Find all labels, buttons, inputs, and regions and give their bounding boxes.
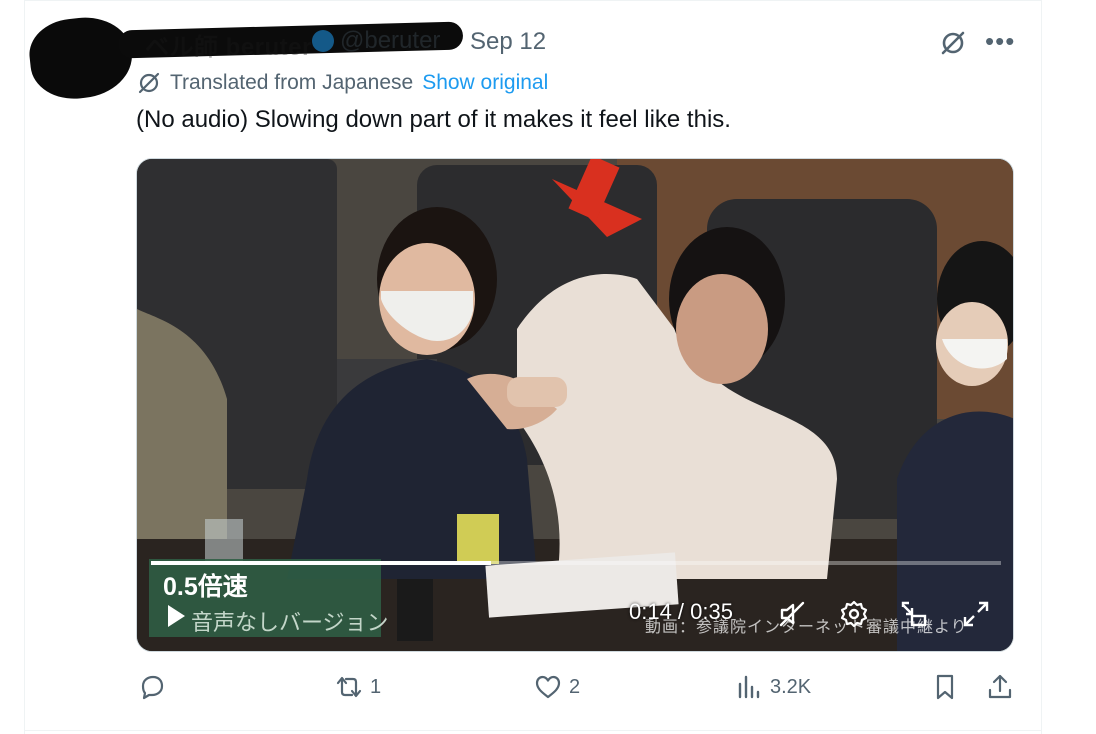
share-button[interactable]	[985, 672, 1015, 702]
video-progress-fill	[151, 561, 491, 565]
grok-icon[interactable]	[938, 28, 968, 58]
video-progress-bar[interactable]	[151, 561, 1001, 565]
bookmark-button[interactable]	[930, 672, 960, 702]
reply-button[interactable]	[137, 672, 173, 702]
retweet-button[interactable]: 1	[334, 672, 381, 702]
more-icon[interactable]: •••	[985, 26, 1015, 56]
share-icon	[988, 674, 1012, 699]
author-handle[interactable]: @beruter	[340, 27, 440, 55]
retweet-icon	[336, 676, 362, 698]
mute-icon[interactable]	[777, 599, 807, 629]
video-time: 0:14 / 0:35	[629, 599, 733, 624]
author-name[interactable]: ベル師 beruter	[145, 27, 312, 62]
views-count: 3.2K	[770, 675, 812, 698]
tweet-date[interactable]: Sep 12	[470, 28, 546, 56]
views-button[interactable]: 3.2K	[734, 672, 811, 702]
like-icon	[535, 675, 561, 699]
translated-label: Translated from Japanese	[170, 71, 414, 94]
speed-overlay-subtitle: 音声なしバージョン	[191, 610, 389, 635]
like-count: 2	[569, 675, 581, 698]
video-player[interactable]: 0.5倍速 音声なしバージョン 動画：参議院インターネット審議中継より 0:14…	[136, 158, 1014, 652]
fullscreen-icon[interactable]	[961, 599, 991, 629]
bookmark-icon	[936, 674, 954, 700]
retweet-count: 1	[370, 675, 382, 698]
show-original-link[interactable]: Show original	[422, 71, 548, 95]
verified-badge-icon	[312, 30, 334, 52]
settings-icon[interactable]	[839, 599, 869, 629]
translation-row: Translated from Japanese Show original	[136, 68, 548, 98]
tweet-text: (No audio) Slowing down part of it makes…	[136, 106, 731, 133]
reply-icon	[141, 675, 164, 700]
action-bar: 1 2 3.2K	[0, 672, 1096, 712]
play-icon[interactable]	[165, 603, 187, 629]
views-icon	[738, 675, 760, 699]
divider	[24, 730, 1042, 731]
like-button[interactable]: 2	[533, 672, 580, 702]
speed-overlay-title: 0.5倍速	[163, 573, 248, 601]
translate-icon	[138, 72, 160, 94]
cast-icon[interactable]	[899, 599, 929, 629]
